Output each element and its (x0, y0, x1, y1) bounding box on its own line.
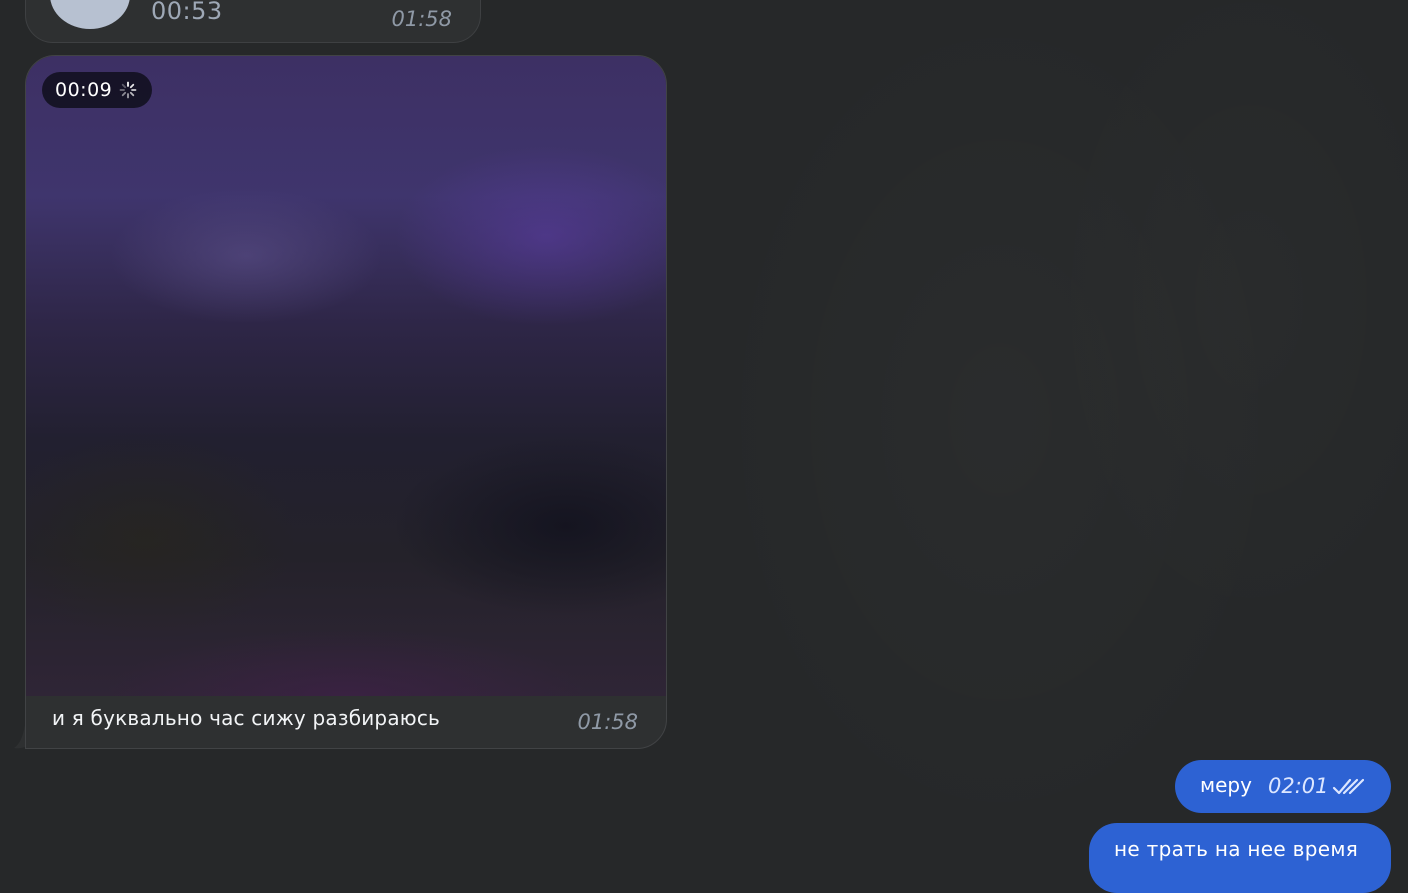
video-preview[interactable]: 00:09 (26, 56, 666, 696)
video-message-bubble[interactable]: 00:09 и я буквально час сижу разбираюсь … (25, 55, 667, 749)
voice-play-button[interactable] (50, 0, 130, 29)
message-caption: и я буквально час сижу разбираюсь (52, 706, 440, 730)
message-text: меру (1200, 773, 1252, 797)
voice-message-bubble[interactable]: 00:53 01:58 (25, 0, 481, 43)
voice-duration: 00:53 (151, 0, 223, 25)
outgoing-message-bubble[interactable]: меру 02:01 (1175, 760, 1391, 813)
message-timestamp: 01:58 (577, 710, 638, 734)
video-duration: 00:09 (55, 79, 113, 101)
double-check-icon (1332, 778, 1364, 795)
message-timestamp: 01:58 (391, 7, 452, 31)
message-text: не трать на нее время (1114, 837, 1359, 861)
loading-spinner-icon (119, 81, 137, 99)
outgoing-message-bubble[interactable]: не трать на нее время (1089, 823, 1391, 893)
message-timestamp: 02:01 (1268, 774, 1329, 798)
video-duration-badge: 00:09 (42, 72, 152, 108)
